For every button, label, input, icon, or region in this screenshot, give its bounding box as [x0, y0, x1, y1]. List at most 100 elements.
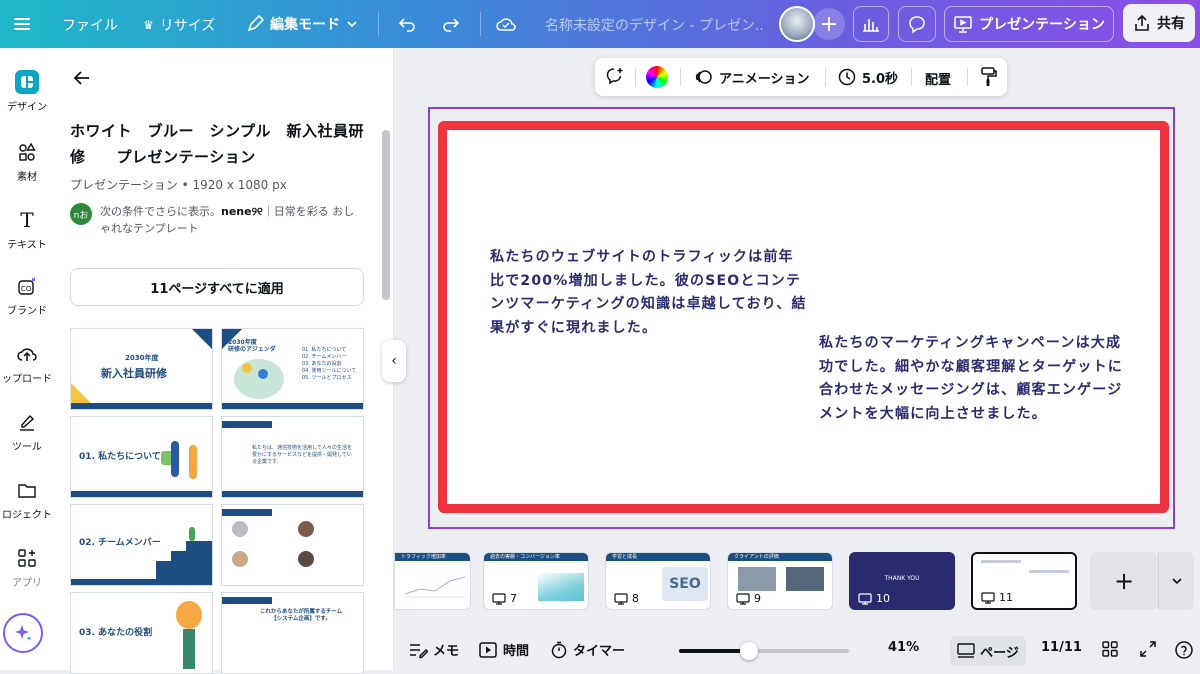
page-thumb-7[interactable]: 過去の実績・コンバージョン率 7 [483, 552, 589, 610]
template-page-thumb[interactable]: 2030年度 新入社員研修 [70, 328, 213, 410]
magic-assistant-button[interactable] [3, 613, 43, 653]
redo-button[interactable] [441, 14, 461, 34]
back-button[interactable] [72, 68, 92, 88]
rail-elements[interactable]: 素材 [0, 140, 54, 183]
rail-design[interactable]: デザイン [0, 70, 54, 113]
paint-roller-icon [981, 67, 997, 86]
resize-button[interactable]: ♛ リサイズ [143, 15, 215, 35]
present-button[interactable]: プレゼンテーション [944, 6, 1114, 42]
document-title[interactable]: 名称未設定のデザイン - プレゼン... [545, 15, 765, 35]
template-page-thumb[interactable]: 2030年度 研修のアジェンダ 01. 私たちについて 02. チームメンバー … [221, 328, 364, 410]
brand-icon: CO [15, 274, 39, 298]
rail-brand[interactable]: CO ブランド [0, 274, 54, 317]
edit-mode-button[interactable]: 編集モード [246, 14, 358, 34]
add-comment-button[interactable] [605, 66, 625, 86]
color-picker-button[interactable] [646, 66, 668, 88]
cloud-sync-button[interactable] [495, 14, 517, 34]
stopwatch-icon [551, 641, 567, 658]
add-page-options-button[interactable] [1158, 552, 1194, 610]
presentation-icon [981, 591, 995, 604]
expand-icon [1140, 641, 1156, 657]
page-thumb-11[interactable]: 11 [971, 552, 1077, 610]
collapse-panel-button[interactable]: ‹ [382, 340, 406, 382]
undo-icon [398, 18, 415, 32]
zoom-slider-fill [679, 649, 749, 653]
template-page-thumb[interactable] [221, 504, 364, 586]
rail-apps[interactable]: アプリ [0, 546, 54, 589]
page-counter[interactable]: 11/11 [1041, 640, 1082, 655]
animation-icon [695, 70, 712, 84]
template-page-thumb[interactable]: 01. 私たちについて [70, 416, 213, 498]
zoom-slider-handle[interactable] [739, 642, 758, 660]
animation-button[interactable]: アニメーション [694, 67, 809, 87]
notes-icon [410, 643, 428, 658]
file-menu[interactable]: ファイル [62, 15, 118, 35]
apply-all-pages-button[interactable]: 11ページすべてに適用 [70, 268, 364, 306]
timing-button[interactable]: 時間 [478, 640, 529, 659]
comment-plus-icon [606, 68, 623, 85]
pages-view-button[interactable]: ページ [950, 636, 1026, 666]
folder-icon [15, 478, 39, 502]
rail-tools[interactable]: ツール [0, 410, 54, 453]
presentation-icon [954, 16, 972, 33]
user-avatar[interactable] [779, 6, 815, 42]
pencil-icon [247, 15, 264, 32]
draw-icon [15, 410, 39, 434]
redo-icon [443, 18, 460, 32]
page-thumb-9[interactable]: クライアントの評価 9 [727, 552, 833, 610]
template-page-thumb[interactable]: これからあなたが所属するチーム 【システム企画】です。 [221, 592, 364, 674]
page-thumb-8[interactable]: 学習と成長 SEO 8 [605, 552, 711, 610]
notes-button[interactable]: メモ [408, 640, 459, 659]
template-title: ホワイト ブルー シンプル 新入社員研修 プレゼンテーション [70, 122, 365, 166]
grid-icon [1102, 641, 1118, 657]
template-author[interactable]: nお 次の条件でさらに表示。nene୨୧｜日常を彩る おしゃれなテンプレート [70, 203, 360, 237]
grid-view-button[interactable] [1101, 640, 1119, 658]
slide-canvas[interactable]: 私たちのウェブサイトのトラフィックは前年比で200%増加しました。彼のSEOとコ… [438, 121, 1169, 513]
presentation-icon [858, 592, 872, 605]
divider [378, 12, 379, 36]
rail-projects[interactable]: ロジェクト [0, 478, 54, 521]
page-thumb-6[interactable]: トラフィック増加率 [394, 552, 471, 610]
side-rail: デザイン 素材 T テキスト CO ブランド ップロード ツール ロジェクト ア… [0, 48, 54, 670]
template-page-thumb[interactable]: 02. チームメンバー [70, 504, 213, 586]
template-page-thumb[interactable]: 03. あなたの役割 [70, 592, 213, 674]
line-chart-mini [405, 576, 465, 598]
share-button[interactable]: 共有 [1123, 4, 1195, 42]
plus-icon: + [819, 11, 839, 37]
text-icon: T [20, 208, 34, 232]
arrange-button[interactable]: 配置 [925, 69, 951, 88]
menu-button[interactable] [12, 14, 32, 34]
seo-image: SEO [662, 567, 708, 601]
zoom-level[interactable]: 41% [888, 640, 919, 655]
color-wheel-icon [646, 66, 668, 88]
timer-button[interactable]: タイマー [550, 640, 625, 659]
copy-style-button[interactable] [979, 66, 999, 88]
template-page-thumb[interactable]: 私たちは、通信技術を活用して人々の生活を豊かにするサービスなどを提供・開発してい… [221, 416, 364, 498]
presentation-icon [614, 592, 628, 605]
zoom-slider[interactable] [679, 642, 849, 660]
add-collaborator-button[interactable]: + [813, 8, 845, 40]
panel-scrollbar[interactable] [382, 130, 390, 300]
duration-button[interactable]: 5.0秒 [837, 67, 898, 87]
rail-text[interactable]: T テキスト [0, 208, 54, 251]
page-thumb-10[interactable]: THANK YOU 10 [849, 552, 955, 610]
apps-icon [15, 546, 39, 570]
help-icon [1175, 641, 1193, 659]
fullscreen-button[interactable] [1139, 640, 1157, 658]
comments-button[interactable] [898, 6, 936, 42]
element-toolbar: アニメーション 5.0秒 配置 [595, 58, 1007, 96]
slide-text-right[interactable]: 私たちのマーケティングキャンペーンは大成功でした。細やかな顧客理解とターゲットに… [819, 332, 1135, 426]
add-page-button[interactable]: + [1090, 552, 1158, 610]
top-toolbar: ファイル ♛ リサイズ 編集モード 名称未設定のデザイン - プレゼン... +… [0, 0, 1200, 48]
share-icon [1135, 14, 1149, 31]
play-icon [479, 641, 497, 658]
undo-button[interactable] [397, 14, 417, 34]
cloud-check-icon [496, 18, 516, 31]
insights-button[interactable] [853, 6, 889, 42]
comment-icon [909, 16, 925, 34]
slide-text-left[interactable]: 私たちのウェブサイトのトラフィックは前年比で200%増加しました。彼のSEOとコ… [490, 246, 808, 340]
sparkle-icon [15, 625, 32, 641]
arrow-left-icon [73, 71, 89, 85]
help-button[interactable] [1174, 640, 1194, 660]
rail-upload[interactable]: ップロード [0, 342, 54, 385]
